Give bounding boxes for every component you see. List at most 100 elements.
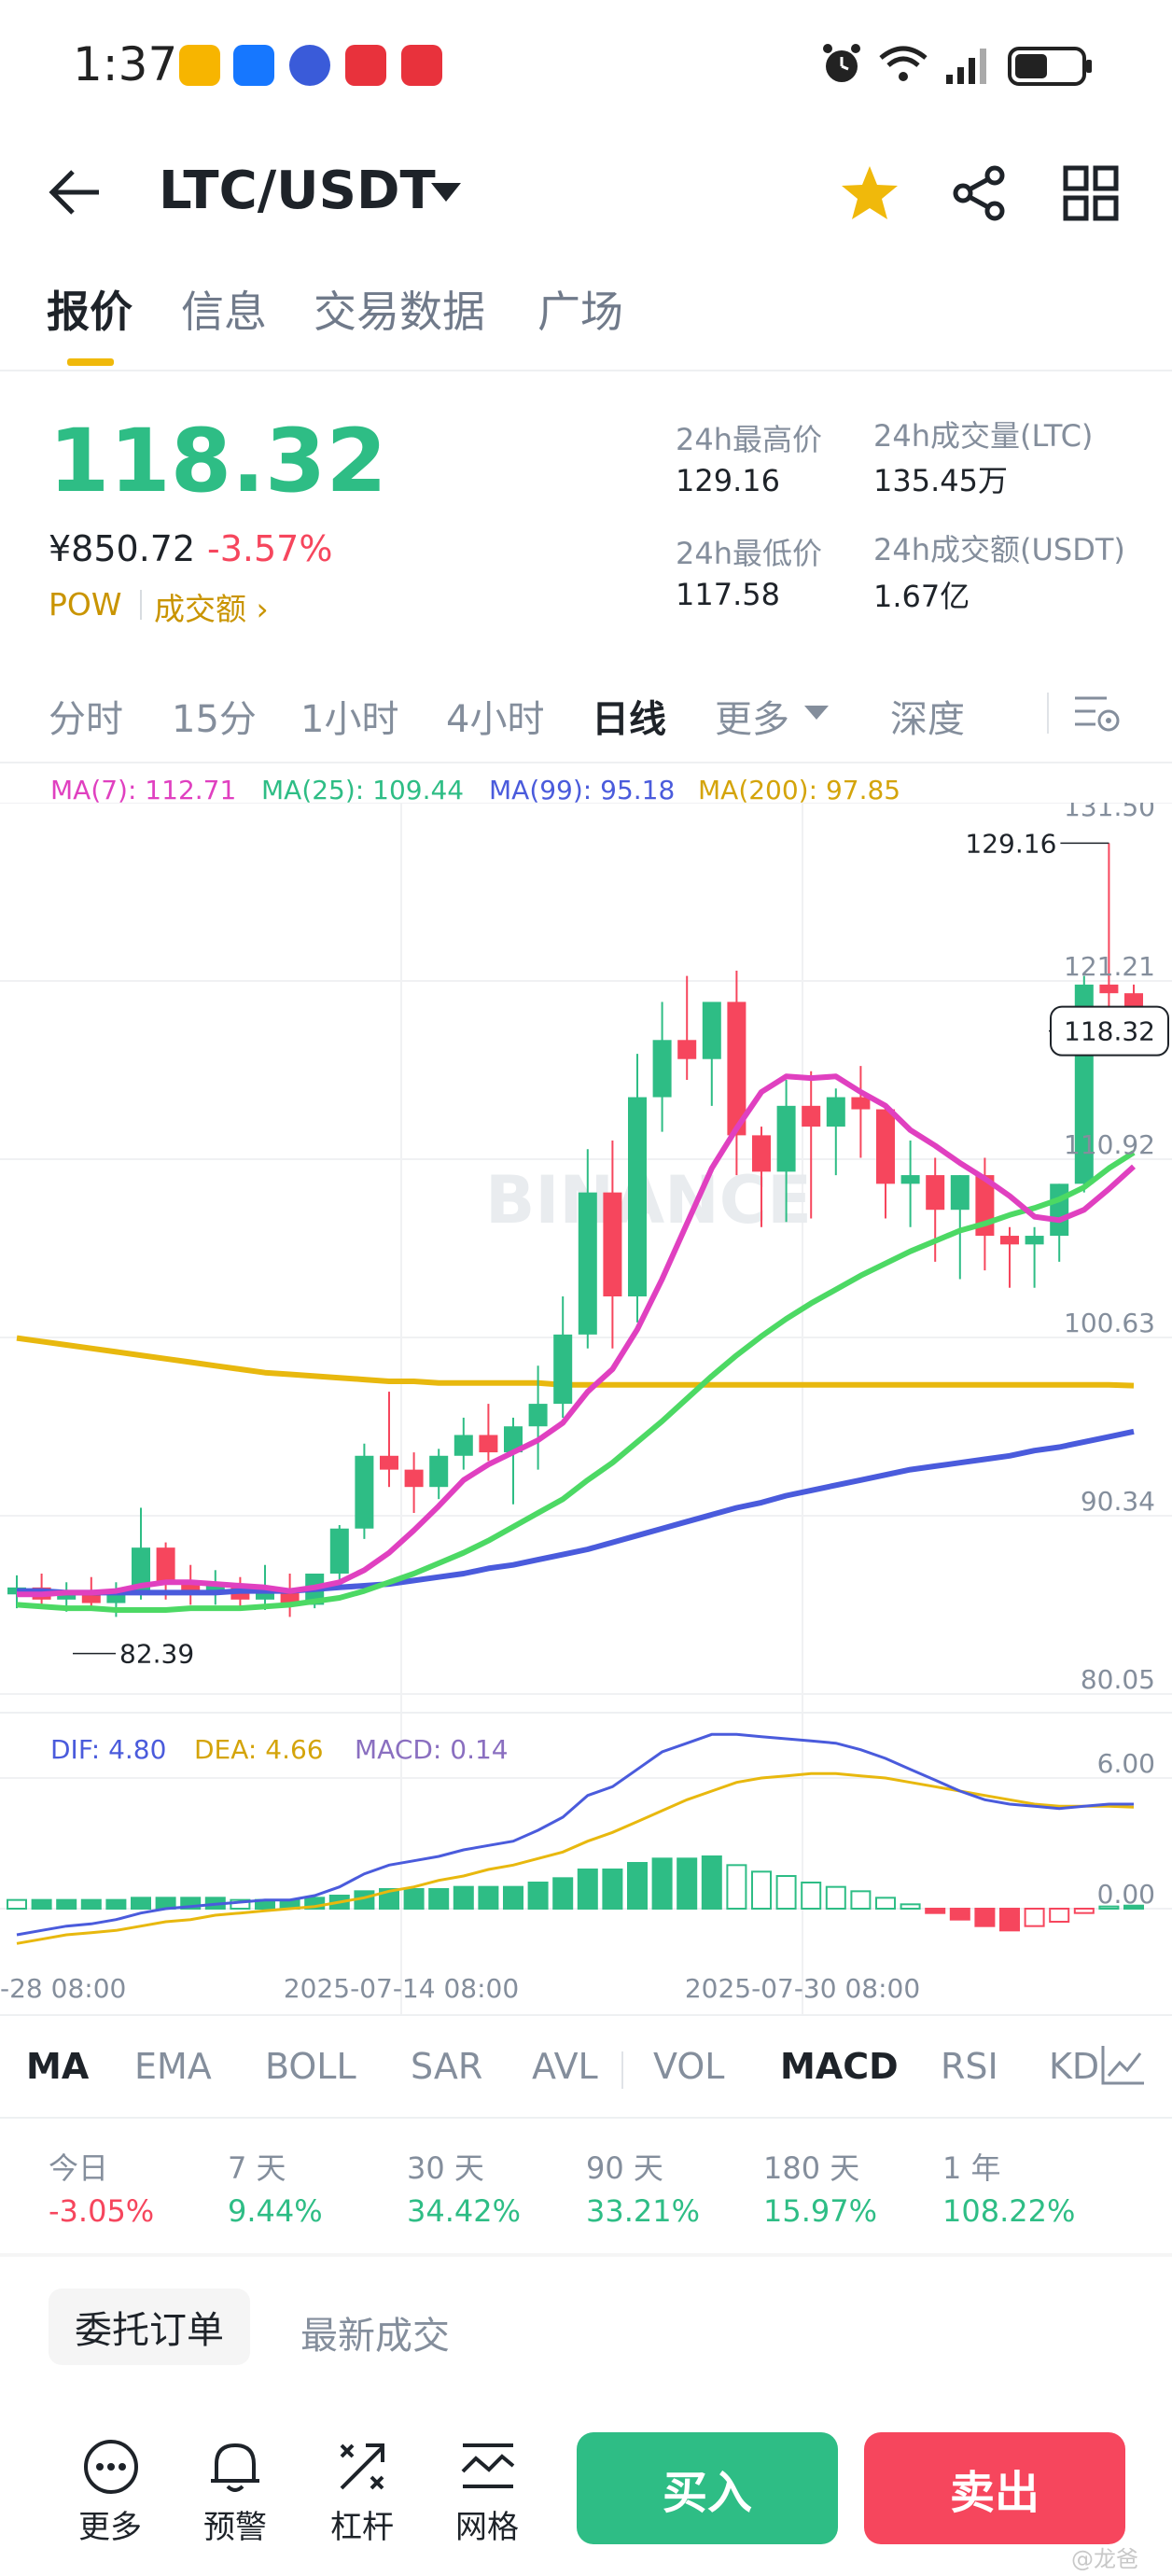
tab-open-orders[interactable]: 委托订单 xyxy=(49,2289,250,2365)
macd-bar xyxy=(825,1885,846,1910)
interval-4h[interactable]: 4小时 xyxy=(446,689,544,743)
share-icon[interactable] xyxy=(950,164,1008,222)
candle-body xyxy=(802,1105,821,1127)
tab-info[interactable]: 信息 xyxy=(181,278,267,340)
macd-legend: MACD: 0.14 xyxy=(355,1734,509,1765)
indicator-ma[interactable]: MA xyxy=(26,2046,89,2087)
ma25-legend: MA(25): 109.44 xyxy=(261,775,465,805)
grid-label[interactable]: 网格 xyxy=(431,2501,543,2547)
grid-trading-icon[interactable] xyxy=(459,2438,517,2496)
more-icon[interactable] xyxy=(82,2438,140,2496)
candle-body xyxy=(776,1105,796,1172)
macd-bar xyxy=(875,1897,896,1911)
candle-body xyxy=(603,1192,622,1297)
candle-body xyxy=(1099,984,1119,994)
macd-bar xyxy=(775,1875,797,1910)
interval-time[interactable]: 分时 xyxy=(49,689,123,743)
signal-icon xyxy=(946,49,986,84)
volume-link-label: 成交额 xyxy=(154,591,246,627)
indicator-divider-top xyxy=(0,2014,1172,2016)
macd-bar xyxy=(974,1908,996,1927)
interval-divider xyxy=(1047,693,1049,734)
cny-price: ¥850.72 xyxy=(49,528,196,569)
price-change: -3.57% xyxy=(207,528,333,569)
corner-watermark: @龙爸 xyxy=(1071,2546,1138,2572)
pow-tag[interactable]: POW xyxy=(49,586,122,623)
price-axis-tick: 131.50 xyxy=(1064,803,1155,822)
more-label[interactable]: 更多 xyxy=(54,2501,166,2547)
candle-body xyxy=(453,1435,473,1456)
macd-bar xyxy=(80,1898,102,1910)
back-arrow-icon[interactable] xyxy=(47,159,106,226)
period-label: 7 天 xyxy=(228,2150,286,2186)
indicator-settings-icon[interactable] xyxy=(1097,2040,1150,2091)
macd-bar xyxy=(726,1864,747,1911)
price-axis-tick: 121.21 xyxy=(1064,951,1155,982)
vol-ltc-label: 24h成交量(LTC) xyxy=(873,418,1094,454)
pair-title[interactable]: LTC/USDT xyxy=(159,161,436,221)
leverage-label[interactable]: 杠杆 xyxy=(306,2501,418,2547)
date-axis-tick: 2025-07-30 08:00 xyxy=(685,1973,920,2004)
macd-bar xyxy=(949,1908,970,1921)
alarm-icon xyxy=(823,44,860,82)
chevron-right-icon: › xyxy=(256,591,269,627)
interval-depth[interactable]: 深度 xyxy=(890,689,965,743)
favorite-star-icon[interactable] xyxy=(840,164,900,222)
candle-body xyxy=(876,1109,895,1184)
buy-button[interactable]: 买入 xyxy=(577,2432,838,2544)
macd-bar xyxy=(453,1885,474,1910)
candle-body xyxy=(1050,1183,1069,1237)
wifi-icon xyxy=(879,46,928,81)
last-price: 118.32 xyxy=(49,411,387,512)
indicator-sar[interactable]: SAR xyxy=(411,2046,482,2087)
macd-bar xyxy=(801,1882,822,1910)
macd-bar xyxy=(999,1908,1020,1932)
indicator-vol[interactable]: VOL xyxy=(653,2046,724,2087)
pair-dropdown-icon[interactable] xyxy=(431,183,461,202)
interval-1d[interactable]: 日线 xyxy=(592,689,666,743)
interval-1h[interactable]: 1小时 xyxy=(300,689,398,743)
macd-bar xyxy=(602,1869,623,1910)
tab-trading-data[interactable]: 交易数据 xyxy=(314,278,485,340)
sell-button[interactable]: 卖出 xyxy=(864,2432,1125,2544)
candle-body xyxy=(479,1435,498,1453)
period-label: 1 年 xyxy=(942,2150,1001,2186)
indicator-boll[interactable]: BOLL xyxy=(265,2046,356,2087)
candle-body xyxy=(851,1097,871,1110)
volume-rank-link[interactable]: 成交额 › xyxy=(154,584,269,629)
chart-settings-icon[interactable] xyxy=(1073,693,1122,735)
indicator-kd[interactable]: KD xyxy=(1049,2046,1099,2087)
macd-bar xyxy=(552,1877,574,1911)
tab-quote[interactable]: 报价 xyxy=(47,278,133,340)
candle-body xyxy=(404,1469,424,1488)
period-label: 今日 xyxy=(49,2150,109,2186)
leverage-icon[interactable] xyxy=(334,2438,390,2496)
period-label: 180 天 xyxy=(763,2150,860,2186)
more-caret-icon[interactable] xyxy=(804,706,829,720)
candlestick-chart[interactable]: BINANCE 129.16 82.39 118.32 131.50 121.21 110… xyxy=(0,803,1172,2016)
macd-bar xyxy=(1024,1908,1045,1927)
interval-more[interactable]: 更多 xyxy=(715,689,789,743)
tab-square[interactable]: 广场 xyxy=(537,278,623,340)
indicator-avl[interactable]: AVL xyxy=(532,2046,598,2087)
macd-bar xyxy=(651,1857,673,1911)
macd-bar xyxy=(428,1888,450,1910)
status-time: 1:37 xyxy=(73,37,178,91)
candle-body xyxy=(429,1455,449,1488)
candle-body xyxy=(1025,1236,1044,1245)
alert-label[interactable]: 预警 xyxy=(179,2501,291,2547)
candle-body xyxy=(528,1404,548,1427)
period-value: 34.42% xyxy=(407,2193,522,2229)
tab-latest-trades[interactable]: 最新成交 xyxy=(300,2305,450,2359)
grid-menu-icon[interactable] xyxy=(1062,164,1120,222)
indicator-rsi[interactable]: RSI xyxy=(941,2046,998,2087)
macd-bar xyxy=(577,1869,598,1910)
indicator-ema[interactable]: EMA xyxy=(134,2046,212,2087)
interval-15m[interactable]: 15分 xyxy=(172,689,257,743)
indicator-macd[interactable]: MACD xyxy=(780,2046,899,2087)
candle-body xyxy=(926,1175,945,1211)
period-label: 30 天 xyxy=(407,2150,484,2186)
period-value: 15.97% xyxy=(763,2193,878,2229)
bell-icon[interactable] xyxy=(207,2438,263,2496)
tabs-divider xyxy=(0,370,1172,371)
